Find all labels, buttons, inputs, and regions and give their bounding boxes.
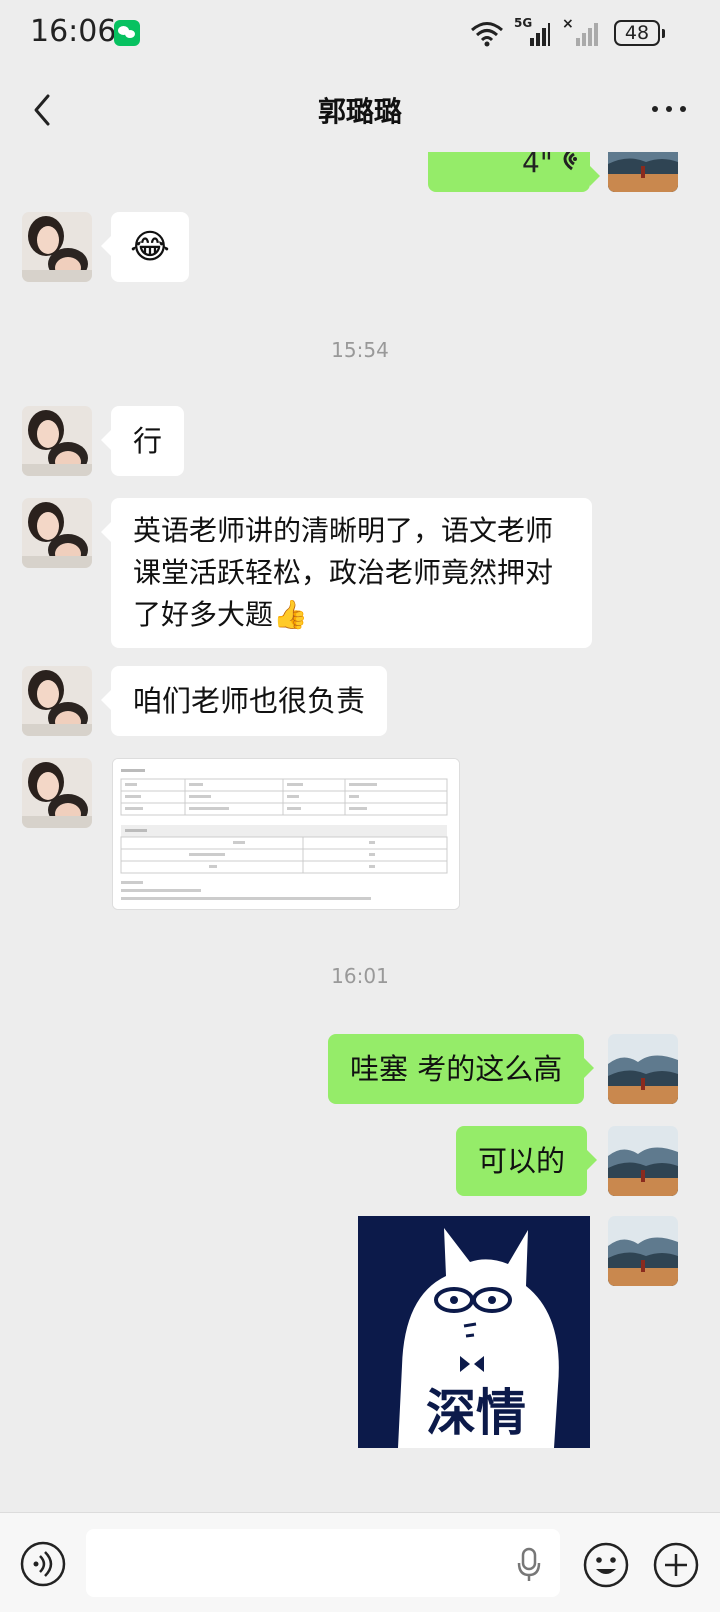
my-avatar[interactable] (608, 152, 678, 192)
message-text: 可以的 (478, 1144, 566, 1178)
sticker-caption: 深情 (426, 1384, 526, 1442)
message-input[interactable] (86, 1529, 560, 1597)
message-text: 咱们老师也很负责 (133, 684, 366, 718)
voice-message-bubble[interactable]: 4" (428, 152, 600, 192)
mic-icon[interactable] (516, 1547, 542, 1583)
message-list[interactable]: 4" 😂 15:54 行 英语老师讲的清晰明了，语文老师 课堂活跃轻松，政治老师… (0, 152, 720, 1512)
message-text-line: 英语老师讲的清晰明了，语文老师 (133, 514, 554, 547)
chat-title: 郭璐璐 (317, 95, 402, 128)
timestamp: 15:54 (331, 338, 389, 362)
sticker-message[interactable]: 深情 (358, 1216, 590, 1448)
message-text-line: 课堂活跃轻松，政治老师竟然押对 (133, 556, 554, 589)
more-dots-icon[interactable] (652, 106, 686, 114)
contact-avatar[interactable] (22, 498, 92, 568)
message-text: 哇塞 考的这么高 (350, 1052, 563, 1086)
contact-avatar[interactable] (22, 212, 92, 282)
wifi-icon (471, 22, 503, 47)
message-text: 行 (133, 424, 163, 458)
timestamp: 16:01 (331, 964, 389, 988)
my-avatar[interactable] (608, 1126, 678, 1196)
status-bar: 16:06 5G × 48 (0, 0, 720, 68)
message-bubble-emoji[interactable]: 😂 (101, 212, 189, 282)
contact-avatar[interactable] (22, 406, 92, 476)
status-time: 16:06 (30, 14, 117, 49)
contact-avatar[interactable] (22, 758, 92, 828)
voice-wave-icon (563, 152, 577, 171)
message-bubble[interactable]: 英语老师讲的清晰明了，语文老师 课堂活跃轻松，政治老师竟然押对 了好多大题👍 (101, 498, 592, 648)
battery-icon: 48 (614, 20, 665, 46)
message-bubble[interactable]: 咱们老师也很负责 (100, 666, 388, 736)
signal-empty-icon (576, 23, 598, 46)
message-text-line: 了好多大题👍 (133, 598, 308, 631)
message-bubble[interactable]: 行 (100, 406, 185, 476)
contact-avatar[interactable] (22, 666, 92, 736)
my-avatar[interactable] (608, 1034, 678, 1104)
sent-message-bubble[interactable]: 哇塞 考的这么高 (328, 1034, 595, 1104)
sent-message-bubble[interactable]: 可以的 (456, 1126, 598, 1196)
my-avatar[interactable] (608, 1216, 678, 1286)
plus-icon[interactable] (652, 1541, 700, 1589)
laughing-crying-emoji: 😂 (130, 227, 170, 267)
chat-header: 郭璐璐 (0, 68, 720, 152)
voice-duration: 4" (522, 152, 553, 179)
input-bar (0, 1512, 720, 1612)
signal-icon (530, 23, 550, 46)
voice-input-icon[interactable] (20, 1541, 66, 1587)
wechat-notification-icon (114, 20, 140, 46)
emoji-icon[interactable] (582, 1541, 630, 1589)
image-message-score-report[interactable] (112, 758, 460, 910)
